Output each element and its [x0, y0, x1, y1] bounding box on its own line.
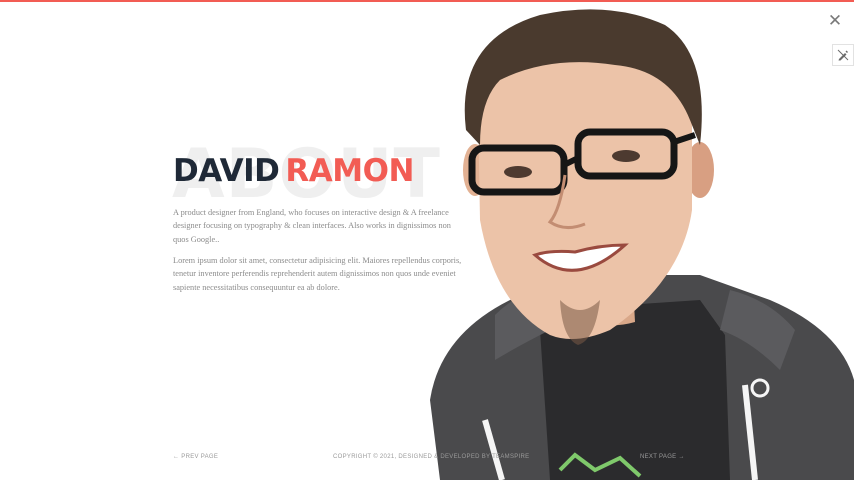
close-button[interactable]: ✕: [826, 12, 844, 30]
first-name: DAVID: [173, 153, 280, 189]
side-tool-button[interactable]: [832, 44, 854, 66]
portrait-photo: [400, 0, 854, 480]
last-name: RAMON: [285, 153, 414, 189]
about-paragraph-2: Lorem ipsum dolor sit amet, consectetur …: [173, 256, 462, 292]
profile-name: DAVID RAMON: [173, 156, 414, 187]
about-paragraph-1: A product designer from England, who foc…: [173, 208, 451, 244]
prev-page-link[interactable]: ← PREV PAGE: [173, 454, 218, 460]
pen-icon: [837, 49, 849, 61]
next-page-link[interactable]: NEXT PAGE →: [640, 454, 685, 460]
close-icon: ✕: [827, 11, 843, 31]
copyright-text: COPYRIGHT © 2021, DESIGNED & DEVELOPED B…: [333, 454, 530, 460]
